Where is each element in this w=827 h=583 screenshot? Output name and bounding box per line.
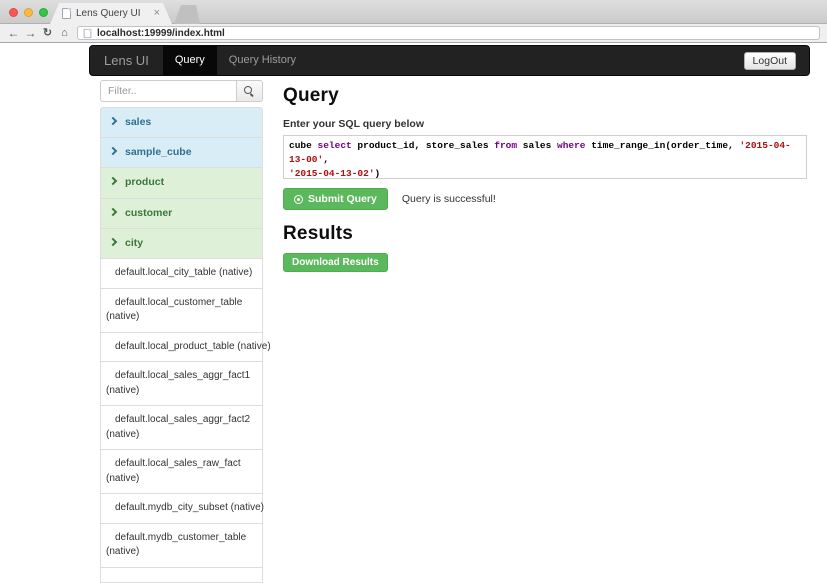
cube-table-list: salessample_cubeproductcustomercitydefau… [100, 107, 263, 583]
browser-tab-bar: Lens Query UI × [0, 0, 827, 24]
submit-query-button[interactable]: Submit Query [283, 188, 388, 210]
main-content: Query Enter your SQL query below cube se… [283, 85, 807, 272]
chevron-right-icon [109, 117, 117, 125]
search-button[interactable] [236, 80, 263, 102]
cube-item-city[interactable]: city [100, 228, 263, 259]
forward-icon[interactable]: → [22, 25, 39, 42]
sql-query-editor[interactable]: cube select product_id, store_sales from… [283, 135, 807, 179]
url-text: localhost:19999/index.html [97, 28, 225, 39]
sidebar: salessample_cubeproductcustomercitydefau… [100, 80, 263, 583]
app-navbar: Lens UI QueryQuery History LogOut [89, 45, 810, 76]
query-status-message: Query is successful! [402, 193, 496, 205]
window-minimize-button[interactable] [24, 8, 33, 17]
download-results-button[interactable]: Download Results [283, 253, 388, 272]
nav-item-query[interactable]: Query [163, 46, 217, 75]
chevron-right-icon [109, 207, 117, 215]
results-title: Results [283, 223, 807, 245]
table-item[interactable]: default.local_city_table (native) [100, 258, 263, 289]
page-icon [84, 28, 92, 37]
chevron-right-icon [109, 238, 117, 246]
back-icon[interactable]: ← [5, 25, 22, 42]
window-close-button[interactable] [9, 8, 18, 17]
tab-close-icon[interactable]: × [154, 8, 160, 19]
table-item-partial[interactable] [100, 567, 263, 583]
table-item[interactable]: default.mydb_city_subset (native) [100, 493, 263, 524]
favicon-page-icon [62, 8, 71, 19]
new-tab-button[interactable] [174, 5, 200, 24]
table-item[interactable]: default.local_sales_aggr_fact2(native) [100, 405, 263, 450]
navbar-items: QueryQuery History [163, 46, 308, 75]
cube-item-customer[interactable]: customer [100, 198, 263, 229]
window-zoom-button[interactable] [39, 8, 48, 17]
query-instruction-label: Enter your SQL query below [283, 118, 807, 130]
table-item[interactable]: default.local_sales_aggr_fact1(native) [100, 361, 263, 406]
page-content: Lens UI QueryQuery History LogOut saless… [0, 43, 827, 472]
address-bar[interactable]: localhost:19999/index.html [77, 26, 820, 40]
cube-item-sample_cube[interactable]: sample_cube [100, 137, 263, 168]
browser-toolbar: ← → ↻ ⌂ localhost:19999/index.html [0, 24, 827, 43]
submit-row: Submit Query Query is successful! [283, 188, 807, 210]
search-icon [244, 86, 255, 97]
download-results-label: Download Results [292, 257, 379, 268]
record-icon [294, 195, 303, 204]
filter-input[interactable] [100, 80, 236, 102]
logout-button[interactable]: LogOut [744, 52, 796, 70]
table-item[interactable]: default.local_product_table (native) [100, 332, 263, 363]
submit-query-label: Submit Query [308, 193, 377, 205]
browser-tab[interactable]: Lens Query UI × [50, 3, 172, 24]
home-icon[interactable]: ⌂ [56, 25, 73, 42]
nav-item-query-history[interactable]: Query History [217, 46, 308, 75]
navbar-brand[interactable]: Lens UI [90, 46, 163, 75]
tab-title: Lens Query UI [76, 8, 149, 19]
chevron-right-icon [109, 147, 117, 155]
cube-item-sales[interactable]: sales [100, 107, 263, 138]
filter-group [100, 80, 263, 102]
page-title: Query [283, 85, 807, 107]
chevron-right-icon [109, 177, 117, 185]
table-item[interactable]: default.local_customer_table(native) [100, 288, 263, 333]
window-controls [9, 8, 48, 17]
refresh-icon[interactable]: ↻ [39, 25, 56, 42]
cube-item-product[interactable]: product [100, 167, 263, 198]
table-item[interactable]: default.mydb_customer_table(native) [100, 523, 263, 568]
